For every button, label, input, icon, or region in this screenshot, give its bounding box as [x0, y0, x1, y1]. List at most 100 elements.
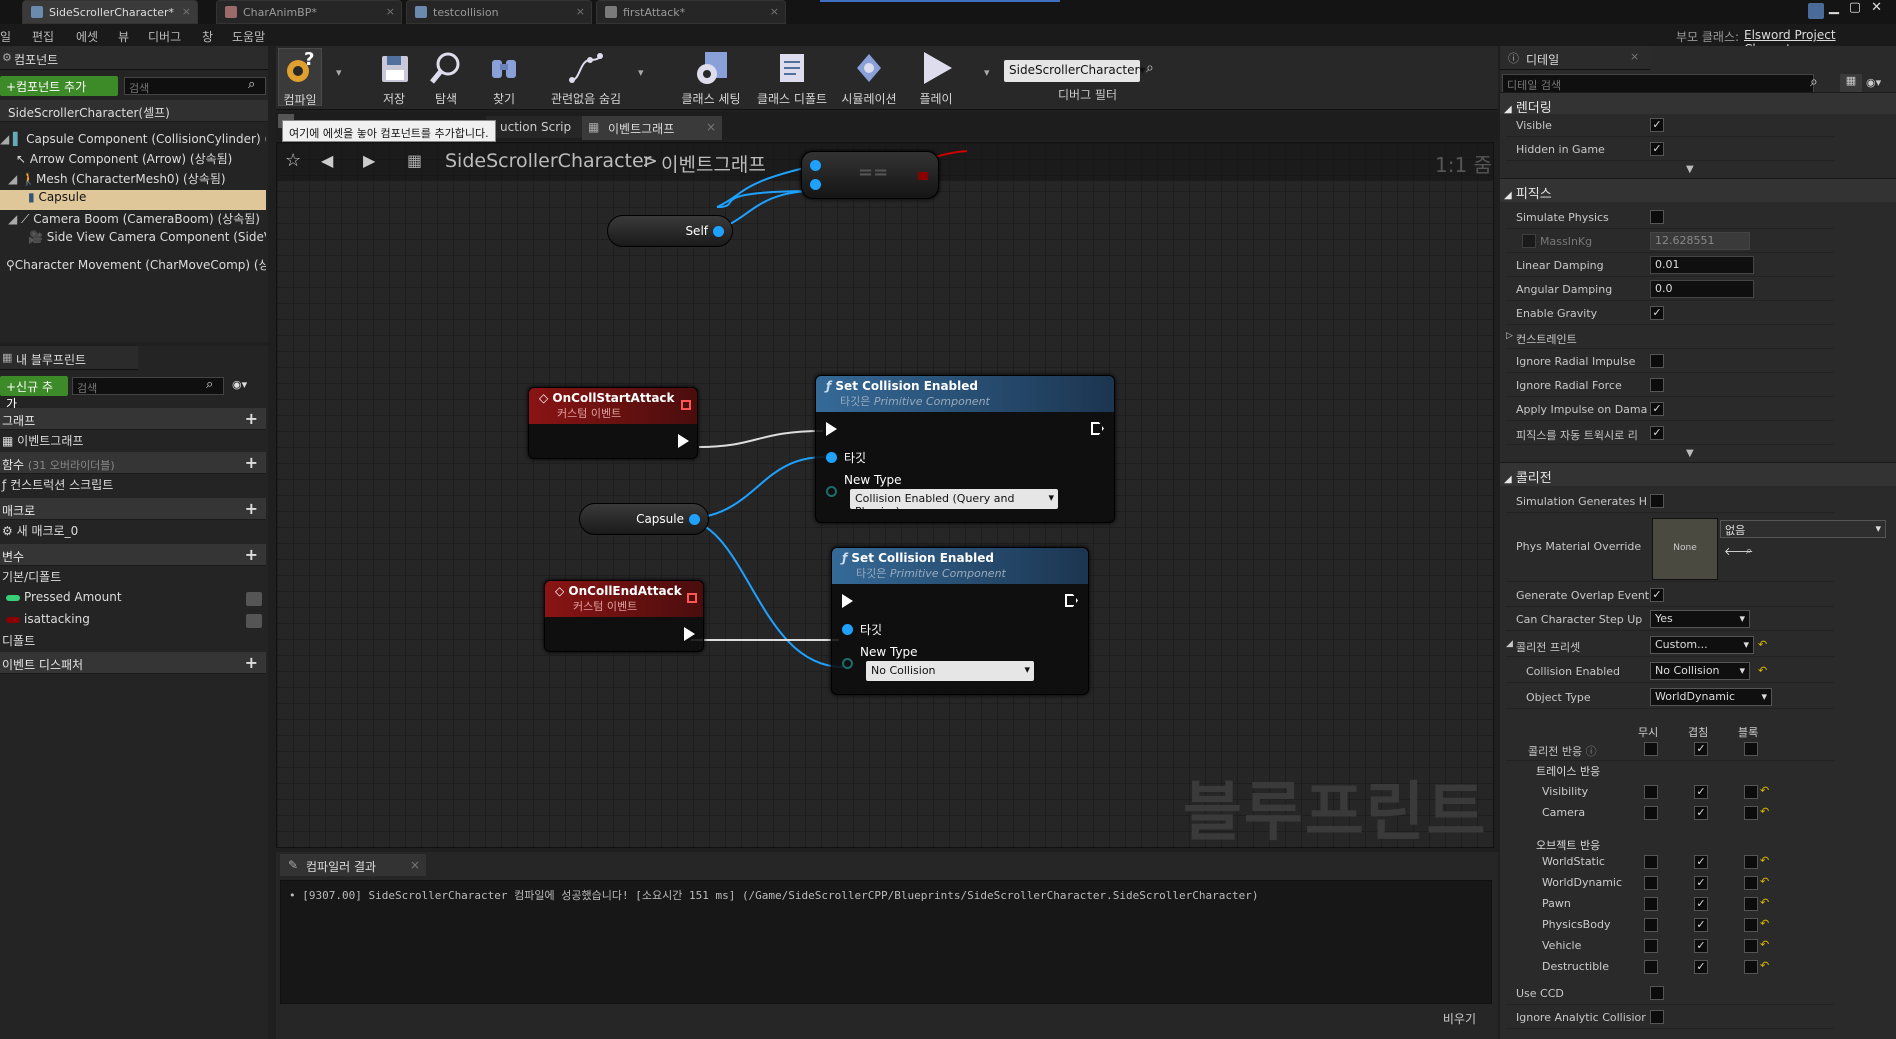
channel-overlap-checkbox[interactable]: ✓ [1694, 960, 1708, 974]
add-macro-icon[interactable]: + [245, 499, 258, 518]
save-button[interactable]: 저장 [374, 48, 414, 107]
channel-block-checkbox[interactable] [1744, 918, 1758, 932]
close-icon[interactable]: × [706, 120, 716, 134]
input-pin[interactable] [810, 179, 821, 190]
find-button[interactable]: 찾기 [484, 48, 524, 107]
menu-help[interactable]: 도움말 [232, 28, 265, 45]
close-icon[interactable]: × [410, 858, 420, 872]
tab-sidescroller-character[interactable]: SideScrollerCharacter* × [22, 0, 198, 24]
object-type-dropdown[interactable]: WorldDynamic ▾ [1650, 688, 1772, 706]
phys-material-dropdown[interactable]: 없음 ▾ [1720, 520, 1886, 538]
use-ccd-checkbox[interactable] [1650, 986, 1664, 1000]
view-options-icon[interactable]: ◉▾ [1866, 76, 1881, 89]
mass-override-checkbox[interactable] [1522, 234, 1536, 248]
channel-overlap-checkbox[interactable]: ✓ [1694, 918, 1708, 932]
target-input-pin[interactable] [842, 624, 853, 635]
channel-ignore-checkbox[interactable] [1644, 897, 1658, 911]
section-rendering[interactable]: ◢ 렌더링 [1500, 92, 1896, 116]
collision-enabled-dropdown[interactable]: No Collision ▾ [1650, 662, 1750, 680]
close-icon[interactable]: × [1630, 50, 1639, 63]
channel-block-checkbox[interactable] [1744, 855, 1758, 869]
angular-damping-input[interactable]: 0.0 [1650, 280, 1754, 298]
section-event-dispatchers[interactable]: 이벤트 디스패처 + [0, 652, 266, 674]
channel-overlap-checkbox[interactable]: ✓ [1694, 785, 1708, 799]
class-defaults-button[interactable]: 클래스 디폴트 [754, 48, 830, 107]
debug-search-icon[interactable]: ⌕ [1146, 60, 1154, 76]
response-ignore-checkbox[interactable] [1644, 742, 1658, 756]
self-row[interactable]: SideScrollerCharacter(셀프) [0, 100, 268, 122]
window-controls[interactable]: ▁▢✕ [1829, 0, 1892, 15]
delegate-pin[interactable] [681, 400, 691, 410]
add-graph-icon[interactable]: + [245, 409, 258, 428]
menu-view[interactable]: 뷰 [118, 28, 129, 45]
components-search-input[interactable]: 검색 [124, 77, 266, 95]
hide-unrelated-options-chevron-icon[interactable]: ▾ [638, 66, 644, 79]
menu-debug[interactable]: 디버그 [148, 28, 181, 45]
new-type-dropdown[interactable]: Collision Enabled (Query and Physics) ▾ [850, 489, 1058, 518]
generate-overlap-checkbox[interactable]: ✓ [1650, 588, 1664, 602]
tree-item-capsule-selected[interactable]: ▮ Capsule [0, 190, 266, 210]
add-function-icon[interactable]: + [245, 453, 258, 472]
channel-block-checkbox[interactable] [1744, 939, 1758, 953]
phys-material-thumbnail[interactable]: None [1652, 518, 1718, 580]
browse-search-icon[interactable]: ⌕ [1746, 544, 1752, 558]
expand-advanced-icon[interactable]: ▼ [1686, 164, 1694, 175]
hidden-in-game-checkbox[interactable]: ✓ [1650, 142, 1664, 156]
class-settings-button[interactable]: 클래스 세팅 [678, 48, 744, 107]
menu-edit[interactable]: 편집 [32, 28, 54, 45]
channel-block-checkbox[interactable] [1744, 960, 1758, 974]
reset-to-default-icon[interactable]: ↶ [1758, 664, 1767, 677]
variable-isattacking[interactable]: isattacking [0, 612, 266, 632]
reset-to-default-icon[interactable]: ↶ [1760, 854, 1769, 867]
sim-generates-hit-checkbox[interactable] [1650, 494, 1664, 508]
menu-window[interactable]: 창 [202, 28, 213, 45]
channel-ignore-checkbox[interactable] [1644, 960, 1658, 974]
reset-to-default-icon[interactable]: ↶ [1760, 875, 1769, 888]
channel-overlap-checkbox[interactable]: ✓ [1694, 939, 1708, 953]
add-new-button[interactable]: +신규 추가 [0, 376, 68, 411]
tree-item-character-movement[interactable]: ⚲Character Movement (CharMoveComp) (상속 [0, 256, 266, 276]
simulation-button[interactable]: 시뮬레이션 [838, 48, 900, 107]
reset-to-default-icon[interactable]: ↶ [1760, 805, 1769, 818]
channel-block-checkbox[interactable] [1744, 876, 1758, 890]
response-block-checkbox[interactable] [1744, 742, 1758, 756]
property-matrix-icon[interactable]: ▦ [1840, 74, 1862, 94]
exec-output-pin[interactable] [678, 434, 689, 448]
equals-node[interactable]: == [801, 151, 939, 199]
tree-item-mesh[interactable]: ◢ 🚶Mesh (CharacterMesh0) (상속됨) [0, 170, 266, 190]
exec-output-pin[interactable] [1091, 422, 1104, 435]
play-options-chevron-icon[interactable]: ▾ [984, 66, 990, 79]
delegate-pin[interactable] [687, 593, 697, 603]
exec-output-pin[interactable] [684, 627, 695, 641]
reset-to-default-icon[interactable]: ↶ [1760, 784, 1769, 797]
details-search-input[interactable]: 디테일 검색 [1502, 74, 1814, 94]
default-category[interactable]: 디폴트 [0, 632, 266, 652]
variable-category[interactable]: 기본/디폴트 [0, 568, 266, 588]
channel-block-checkbox[interactable] [1744, 785, 1758, 799]
close-icon[interactable]: × [770, 5, 779, 18]
self-node[interactable]: Self [607, 215, 733, 247]
channel-ignore-checkbox[interactable] [1644, 806, 1658, 820]
expand-advanced-icon[interactable]: ▼ [1686, 448, 1694, 459]
collision-presets-dropdown[interactable]: Custom... ▾ [1650, 636, 1754, 654]
variable-pressed-amount[interactable]: Pressed Amount [0, 590, 266, 610]
set-collision-enabled-node-1[interactable]: ƒ Set Collision Enabled 타깃은 Primitive Co… [815, 375, 1115, 523]
close-icon[interactable]: × [386, 5, 395, 18]
capsule-output-pin[interactable] [689, 514, 700, 525]
channel-ignore-checkbox[interactable] [1644, 918, 1658, 932]
new-type-dropdown[interactable]: No Collision ▾ [866, 661, 1034, 681]
exec-input-pin[interactable] [826, 422, 837, 436]
section-graphs[interactable]: 그래프 + [0, 408, 266, 430]
visibility-eye-icon[interactable] [246, 592, 262, 606]
channel-block-checkbox[interactable] [1744, 897, 1758, 911]
tab-testcollision[interactable]: testcollision × [406, 0, 592, 24]
ignore-radial-force-checkbox[interactable] [1650, 378, 1664, 392]
hide-unrelated-button[interactable]: 관련없음 숨김 [546, 48, 626, 107]
self-output-pin[interactable] [713, 226, 724, 237]
channel-ignore-checkbox[interactable] [1644, 785, 1658, 799]
set-collision-enabled-node-2[interactable]: ƒ Set Collision Enabled 타깃은 Primitive Co… [831, 547, 1089, 695]
event-node-end-attack[interactable]: ◇ OnCollEndAttack 커스텀 이벤트 [544, 580, 704, 652]
tree-item-capsule-component[interactable]: ◢ ▌ Capsule Component (CollisionCylinder… [0, 130, 266, 150]
physics-bone-checkbox[interactable]: ✓ [1650, 426, 1664, 440]
channel-ignore-checkbox[interactable] [1644, 876, 1658, 890]
